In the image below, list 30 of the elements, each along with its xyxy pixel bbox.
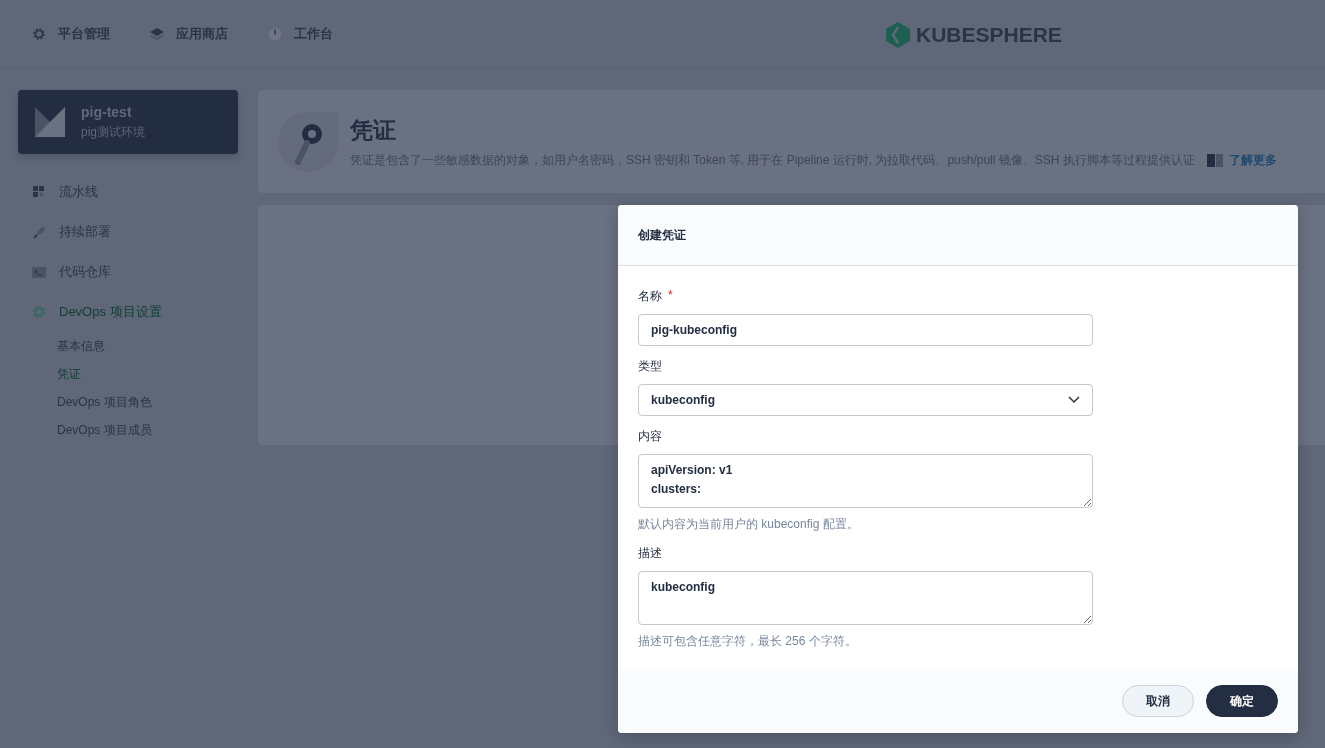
gear-icon <box>32 27 46 41</box>
field-hint: 默认内容为当前用户的 kubeconfig 配置。 <box>638 516 860 533</box>
required-mark: * <box>668 288 673 304</box>
sidebar-subitem[interactable]: 凭证 <box>57 365 81 383</box>
name-input[interactable]: pig-kubeconfig <box>638 314 1093 346</box>
field-hint: 描述可包含任意字符，最长 256 个字符。 <box>638 633 858 650</box>
type-select[interactable]: kubeconfig <box>638 384 1093 416</box>
description-textarea[interactable]: kubeconfig <box>638 571 1093 625</box>
book-icon <box>1206 153 1223 167</box>
grid-icon <box>33 186 45 198</box>
project-name: pig-test <box>81 103 133 120</box>
dial-icon <box>268 27 282 41</box>
gear-icon <box>32 305 46 319</box>
field-label: 类型 <box>638 358 662 375</box>
dialog-title: 创建凭证 <box>618 205 1298 266</box>
logo-icon <box>886 22 910 48</box>
field-label: 描述 <box>638 545 662 562</box>
project-logo-icon <box>35 107 65 137</box>
field-label: 内容 <box>638 428 662 445</box>
chevron-down-icon <box>1068 396 1080 404</box>
terminal-icon <box>32 266 46 278</box>
confirm-button[interactable]: 确定 <box>1206 685 1278 717</box>
learn-more-link[interactable]: 了解更多 <box>1228 151 1277 169</box>
field-label: 名称 <box>638 288 662 305</box>
key-icon <box>278 111 338 172</box>
cancel-button[interactable]: 取消 <box>1122 685 1194 717</box>
layers-icon <box>150 28 164 40</box>
content-textarea[interactable]: apiVersion: v1 clusters: <box>638 454 1093 508</box>
page-title: 凭证 <box>350 115 397 145</box>
sidebar-item[interactable]: DevOps 项目设置 <box>59 303 162 321</box>
